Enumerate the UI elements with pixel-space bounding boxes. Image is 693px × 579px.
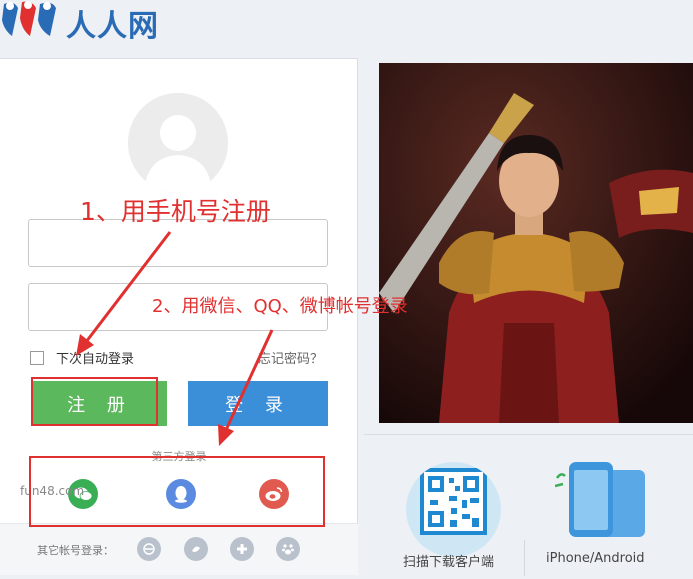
auto-login-label: 下次自动登录 — [56, 352, 135, 367]
tianyi-icon[interactable] — [184, 537, 208, 561]
divider — [364, 434, 693, 435]
social-highlight-box — [29, 456, 325, 527]
divider — [524, 540, 525, 576]
user-placeholder-icon — [128, 93, 228, 193]
auto-login[interactable]: 下次自动登录 — [30, 348, 134, 367]
scan-download-label[interactable]: 扫描下载客户端 — [403, 551, 494, 570]
annotation-step2: 2、用微信、QQ、微博帐号登录 — [152, 296, 408, 317]
qr-code-icon[interactable] — [406, 462, 501, 557]
renren-logo-icon — [2, 1, 56, 37]
plus-icon[interactable] — [230, 537, 254, 561]
header: 人人网 — [0, 0, 693, 58]
other-accounts-label: 其它帐号登录： — [37, 544, 114, 557]
china-mobile-icon[interactable] — [137, 537, 161, 561]
forgot-password-link[interactable]: 忘记密码？ — [258, 348, 323, 367]
annotation-step1: 1、用手机号注册 — [80, 197, 271, 226]
iphone-android-label[interactable]: iPhone/Android — [546, 551, 645, 566]
auto-login-checkbox[interactable] — [30, 350, 44, 365]
avatar — [128, 93, 228, 193]
promo-banner[interactable] — [379, 63, 693, 423]
other-accounts-bar: 其它帐号登录： — [0, 523, 358, 575]
mobile-phone-icon[interactable] — [554, 462, 650, 537]
login-button[interactable]: 登 录 — [188, 381, 328, 426]
logo[interactable]: 人人网 — [0, 0, 158, 44]
warrior-illustration — [379, 63, 693, 423]
logo-text: 人人网 — [66, 9, 159, 44]
register-highlight-box — [31, 377, 158, 426]
paw-icon[interactable] — [276, 537, 300, 561]
